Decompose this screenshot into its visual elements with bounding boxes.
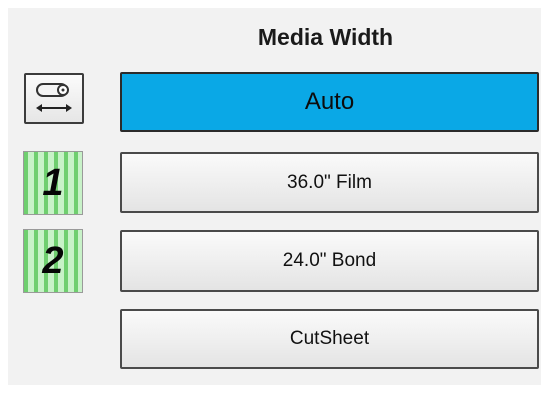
auto-button[interactable]: Auto [120, 72, 539, 132]
bond-24-button[interactable]: 24.0" Bond [120, 230, 539, 292]
roll-2-icon[interactable]: 2 [23, 229, 83, 293]
film-36-button[interactable]: 36.0" Film [120, 152, 539, 213]
roll-1-icon[interactable]: 1 [23, 151, 83, 215]
roll-1-number: 1 [42, 162, 64, 204]
cutsheet-button-label: CutSheet [289, 328, 370, 349]
roll-width-icon [36, 82, 72, 112]
panel-title: Media Width [257, 24, 394, 50]
film-36-button-label: 36.0" Film [287, 171, 372, 193]
bond-24-button-label: 24.0" Bond [282, 250, 377, 271]
roll-2-number: 2 [42, 240, 64, 282]
auto-button-label: Auto [304, 88, 355, 115]
media-width-icon-button[interactable] [24, 73, 84, 124]
cutsheet-button[interactable]: CutSheet [120, 309, 539, 369]
